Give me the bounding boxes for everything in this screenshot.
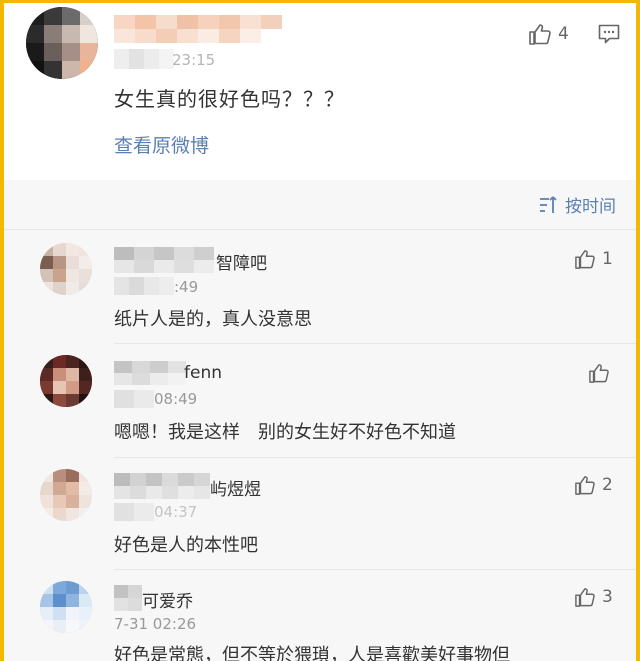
divider	[114, 343, 636, 344]
comment-time: 04:37	[154, 503, 198, 521]
comment-avatar[interactable]	[40, 469, 92, 521]
comment-icon	[598, 24, 620, 44]
comment-time-blurred	[114, 390, 154, 408]
comment-like-count: 1	[602, 249, 613, 269]
sort-label: 按时间	[565, 197, 616, 217]
comment-content: 纸片人是的，真人没意思	[114, 309, 312, 330]
comment-username-blurred[interactable]	[114, 361, 186, 385]
thumbs-up-icon	[589, 364, 609, 383]
comment-like-button[interactable]: 1	[574, 249, 613, 269]
comment-time-blurred	[114, 503, 154, 521]
divider	[114, 457, 636, 458]
comment-username[interactable]: 屿煜煜	[210, 475, 261, 500]
post-time: 23:15	[172, 51, 216, 69]
comment-like-button[interactable]: 2	[574, 475, 613, 495]
post-like-count: 4	[558, 24, 569, 44]
comment-username-blurred[interactable]	[114, 585, 142, 611]
comment-time-blurred	[114, 277, 174, 295]
divider	[4, 229, 636, 230]
view-original-link[interactable]: 查看原微博	[114, 131, 209, 158]
comment-avatar[interactable]	[40, 581, 92, 633]
comment-time: 08:49	[154, 390, 198, 408]
comment-button[interactable]	[598, 24, 620, 48]
comment-like-button[interactable]: 3	[574, 587, 613, 607]
comment-content: 好色是常態，但不等於猥瑣，人是喜歡美好事物但	[114, 645, 510, 661]
comment-like-count: 2	[602, 475, 613, 495]
thumbs-up-icon	[575, 588, 595, 607]
post-avatar[interactable]	[26, 7, 98, 79]
comment-like-button[interactable]	[588, 363, 616, 383]
thumbs-up-icon	[575, 476, 595, 495]
comment-username-blurred[interactable]	[114, 247, 214, 273]
sort-icon	[540, 195, 557, 213]
thumbs-up-icon	[575, 250, 595, 269]
comment-content: 嗯嗯！我是这样 别的女生好不好色不知道	[114, 422, 456, 443]
post-content: 女生真的很好色吗？？？	[114, 87, 345, 111]
comment-like-count: 3	[602, 587, 613, 607]
comment-username[interactable]: 智障吧	[216, 249, 267, 274]
comment-avatar[interactable]	[40, 243, 92, 295]
comment-time: 7-31 02:26	[114, 615, 197, 633]
thumbs-up-icon	[529, 24, 551, 45]
comment-content: 好色是人的本性吧	[114, 535, 258, 556]
post-like-button[interactable]: 4	[528, 23, 569, 45]
sort-by-time-button[interactable]: 按时间	[539, 192, 616, 217]
post-time-blurred	[114, 49, 174, 69]
comment-username[interactable]: 可爱乔	[142, 587, 193, 612]
comment-avatar[interactable]	[40, 355, 92, 407]
comment-username[interactable]: fenn	[184, 363, 222, 383]
comment-time: :49	[174, 278, 199, 296]
comment-username-blurred[interactable]	[114, 473, 210, 499]
divider	[114, 569, 636, 570]
weibo-comment-panel: 23:15 4 女生真的很好色吗？？？ 查看原微博 按时间 智障吧:49 1 …	[4, 3, 636, 661]
post-username-blurred[interactable]	[114, 15, 282, 43]
